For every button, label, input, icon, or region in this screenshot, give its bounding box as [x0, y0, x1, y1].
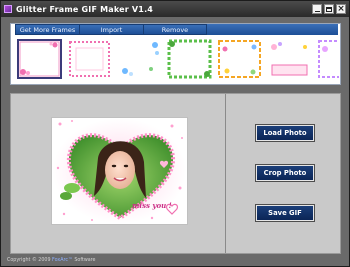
- frame-thumbnail[interactable]: [217, 39, 262, 79]
- bubble-frame-icon: [267, 39, 312, 79]
- photo-preview: miss you !: [51, 117, 188, 225]
- crop-photo-button[interactable]: Crop Photo: [256, 165, 314, 181]
- minimize-button[interactable]: [312, 4, 322, 14]
- load-photo-button[interactable]: Load Photo: [256, 125, 314, 141]
- copyright-suffix: Software: [72, 258, 96, 263]
- frame-thumbnail[interactable]: [167, 39, 212, 79]
- save-gif-button[interactable]: Save GIF: [256, 205, 314, 221]
- stars-frame-icon: [218, 40, 261, 78]
- frame-thumbnail[interactable]: [117, 39, 162, 79]
- maximize-button[interactable]: [324, 4, 334, 14]
- gallery-tabs: Get More Frames Import Remove: [15, 24, 207, 35]
- tab-get-more-frames[interactable]: Get More Frames: [15, 24, 79, 35]
- frame-thumbnail[interactable]: [17, 39, 62, 79]
- window-controls: ×: [312, 4, 346, 14]
- frame-thumbnail[interactable]: [317, 39, 339, 79]
- brand-link[interactable]: FoxArc™: [52, 258, 73, 263]
- tab-import[interactable]: Import: [79, 24, 143, 35]
- thumbnail-strip: [17, 39, 339, 79]
- title-bar[interactable]: Glitter Frame GIF Maker V1.4 ×: [1, 1, 349, 17]
- blue-swirl-frame-icon: [117, 39, 162, 79]
- pink-flower-frame-icon: [19, 41, 60, 77]
- frame-thumbnail[interactable]: [67, 39, 112, 79]
- panel-divider: [225, 94, 226, 253]
- copyright-text: Copyright © 2009: [7, 258, 53, 263]
- pink-border-frame-icon: [69, 41, 110, 77]
- tab-bar-fill: [207, 24, 338, 35]
- app-window: Glitter Frame GIF Maker V1.4 × Get More …: [0, 0, 350, 267]
- footer-copyright: Copyright © 2009 FoxArc™ Software: [7, 258, 96, 263]
- tab-remove[interactable]: Remove: [143, 24, 207, 35]
- app-icon: [4, 5, 12, 13]
- maximize-icon: [326, 6, 332, 12]
- close-icon: ×: [337, 4, 345, 14]
- window-title: Glitter Frame GIF Maker V1.4: [16, 4, 154, 14]
- frame-thumbnail[interactable]: [267, 39, 312, 79]
- preview-caption: miss you !: [132, 201, 172, 210]
- frame-gallery: Get More Frames Import Remove: [10, 23, 341, 85]
- close-button[interactable]: ×: [336, 4, 346, 14]
- minimize-icon: [314, 10, 320, 12]
- workspace-panel: miss you ! Load Photo Crop Photo Save GI…: [10, 93, 341, 254]
- purple-frame-icon: [318, 40, 339, 78]
- green-leaf-frame-icon: [167, 39, 212, 79]
